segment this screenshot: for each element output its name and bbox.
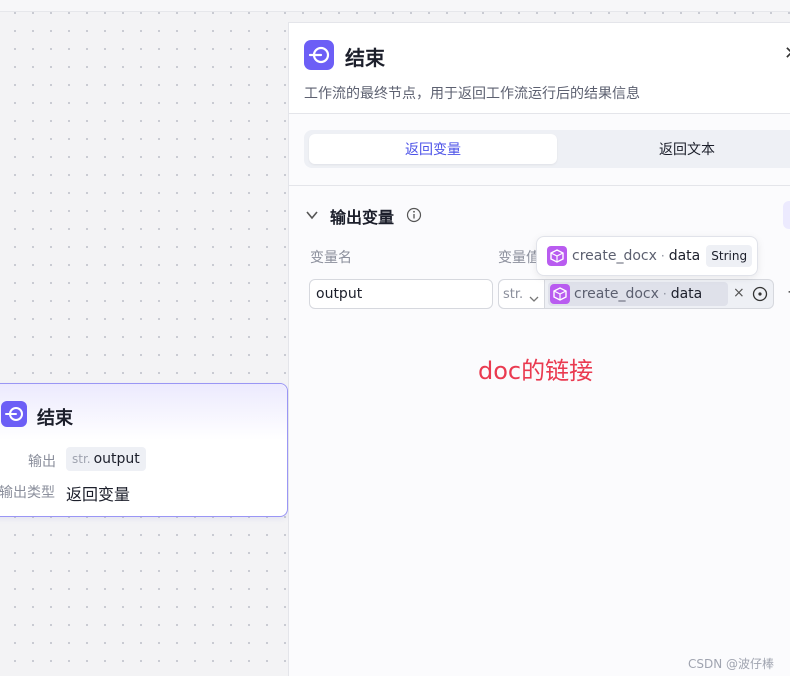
- output-variable-name: output: [93, 451, 140, 467]
- close-icon[interactable]: ✕: [784, 43, 790, 64]
- add-variable-button[interactable]: [783, 201, 790, 229]
- end-node-card[interactable]: 结束 输出 str. output 输出类型 返回变量: [0, 383, 288, 517]
- reference-node-name: create_docx: [574, 286, 659, 302]
- chevron-down-icon: [529, 289, 539, 302]
- end-node-settings-panel: 结束 ✕ 工作流的最终节点，用于返回工作流运行后的结果信息 返回变量 返回文本 …: [288, 22, 790, 676]
- column-variable-value: 变量值: [498, 250, 540, 266]
- info-icon[interactable]: [406, 207, 422, 223]
- red-annotation-text: doc的链接: [478, 357, 594, 385]
- output-variable-chip: str. output: [66, 447, 146, 471]
- variable-picker-icon[interactable]: [752, 286, 768, 302]
- tab-return-variable[interactable]: 返回变量: [309, 134, 557, 164]
- watermark: CSDN @波仔棒: [688, 657, 775, 671]
- variable-reference-chip[interactable]: create_docx · data: [548, 282, 728, 306]
- tooltip-separator: ·: [660, 249, 665, 263]
- return-mode-tabs: 返回变量 返回文本: [289, 115, 790, 186]
- variable-value-field[interactable]: str. create_docx · data ×: [498, 279, 774, 309]
- variable-type-select[interactable]: str.: [499, 280, 545, 308]
- output-type-short: str.: [72, 452, 91, 466]
- tooltip-field-name: data: [668, 248, 701, 264]
- tooltip-node-name: create_docx: [572, 248, 657, 264]
- panel-header: 结束 ✕ 工作流的最终节点，用于返回工作流运行后的结果信息: [289, 23, 790, 114]
- end-node-icon: [304, 40, 334, 70]
- end-node-title: 结束: [37, 408, 73, 429]
- segmented-control: 返回变量 返回文本: [304, 130, 790, 168]
- output-type-value: 返回变量: [66, 485, 131, 504]
- output-variables-section-title: 输出变量: [330, 208, 395, 227]
- tab-return-text[interactable]: 返回文本: [562, 134, 790, 164]
- top-toolbar-strip: [0, 0, 790, 12]
- chevron-down-icon[interactable]: [305, 207, 319, 221]
- end-node-icon: [1, 401, 27, 427]
- output-type-label: 输出类型: [0, 485, 55, 501]
- reference-separator: ·: [662, 287, 667, 301]
- cube-icon: [550, 284, 570, 304]
- variable-name-input[interactable]: [309, 279, 493, 309]
- output-label: 输出: [28, 454, 56, 470]
- panel-title: 结束: [345, 46, 385, 70]
- reference-tooltip: create_docx · data String: [536, 236, 758, 276]
- variable-type-short: str.: [503, 286, 524, 302]
- clear-reference-icon[interactable]: ×: [733, 285, 745, 301]
- column-variable-name: 变量名: [310, 250, 352, 266]
- reference-field-name: data: [670, 286, 703, 302]
- tooltip-type-badge: String: [706, 245, 753, 267]
- panel-description: 工作流的最终节点，用于返回工作流运行后的结果信息: [304, 86, 640, 102]
- cube-icon: [547, 246, 567, 266]
